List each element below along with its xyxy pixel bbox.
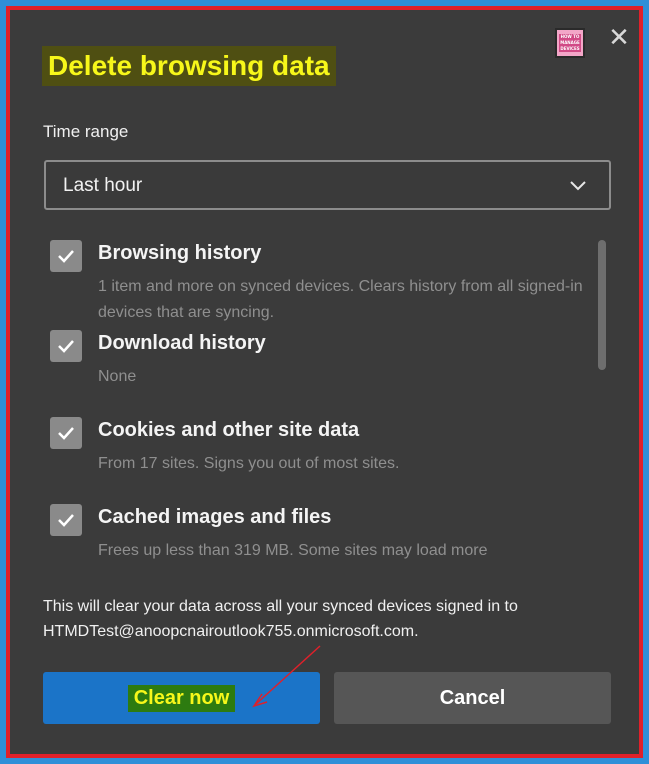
checkbox-cookies[interactable] (50, 417, 82, 449)
item-label: Browsing history (98, 242, 262, 264)
list-scrollbar[interactable] (598, 240, 606, 370)
checkmark-icon (58, 514, 74, 527)
chevron-down-icon (570, 181, 586, 191)
checkbox-cached-images[interactable] (50, 504, 82, 536)
item-label: Cached images and files (98, 506, 332, 528)
clear-now-button[interactable]: Clear now (43, 672, 320, 724)
checkmark-icon (58, 250, 74, 263)
item-description: None (98, 368, 137, 385)
item-description: 1 item and more on synced devices. Clear… (98, 278, 583, 321)
clear-now-label: Clear now (127, 684, 236, 712)
checkbox-browsing-history[interactable] (50, 240, 82, 272)
time-range-label: Time range (43, 122, 129, 141)
time-range-select[interactable]: Last hour (44, 160, 611, 210)
delete-browsing-data-dialog: HOW TO MANAGE DEVICES ✕ Delete browsing … (18, 18, 631, 746)
checkmark-icon (58, 427, 74, 440)
time-range-value: Last hour (63, 175, 143, 196)
close-icon[interactable]: ✕ (608, 24, 630, 50)
checkbox-download-history[interactable] (50, 330, 82, 362)
item-label: Cookies and other site data (98, 419, 360, 441)
checkmark-icon (58, 340, 74, 353)
item-description: From 17 sites. Signs you out of most sit… (98, 455, 400, 472)
item-label: Download history (98, 332, 266, 354)
item-description: Frees up less than 319 MB. Some sites ma… (98, 542, 488, 559)
htmd-logo: HOW TO MANAGE DEVICES (555, 28, 585, 58)
sync-notice: This will clear your data across all you… (43, 598, 518, 640)
logo-text: HOW TO MANAGE DEVICES (559, 34, 581, 52)
dialog-title: Delete browsing data (42, 46, 336, 86)
cancel-button[interactable]: Cancel (334, 672, 611, 724)
data-types-list: Browsing history 1 item and more on sync… (44, 240, 614, 570)
